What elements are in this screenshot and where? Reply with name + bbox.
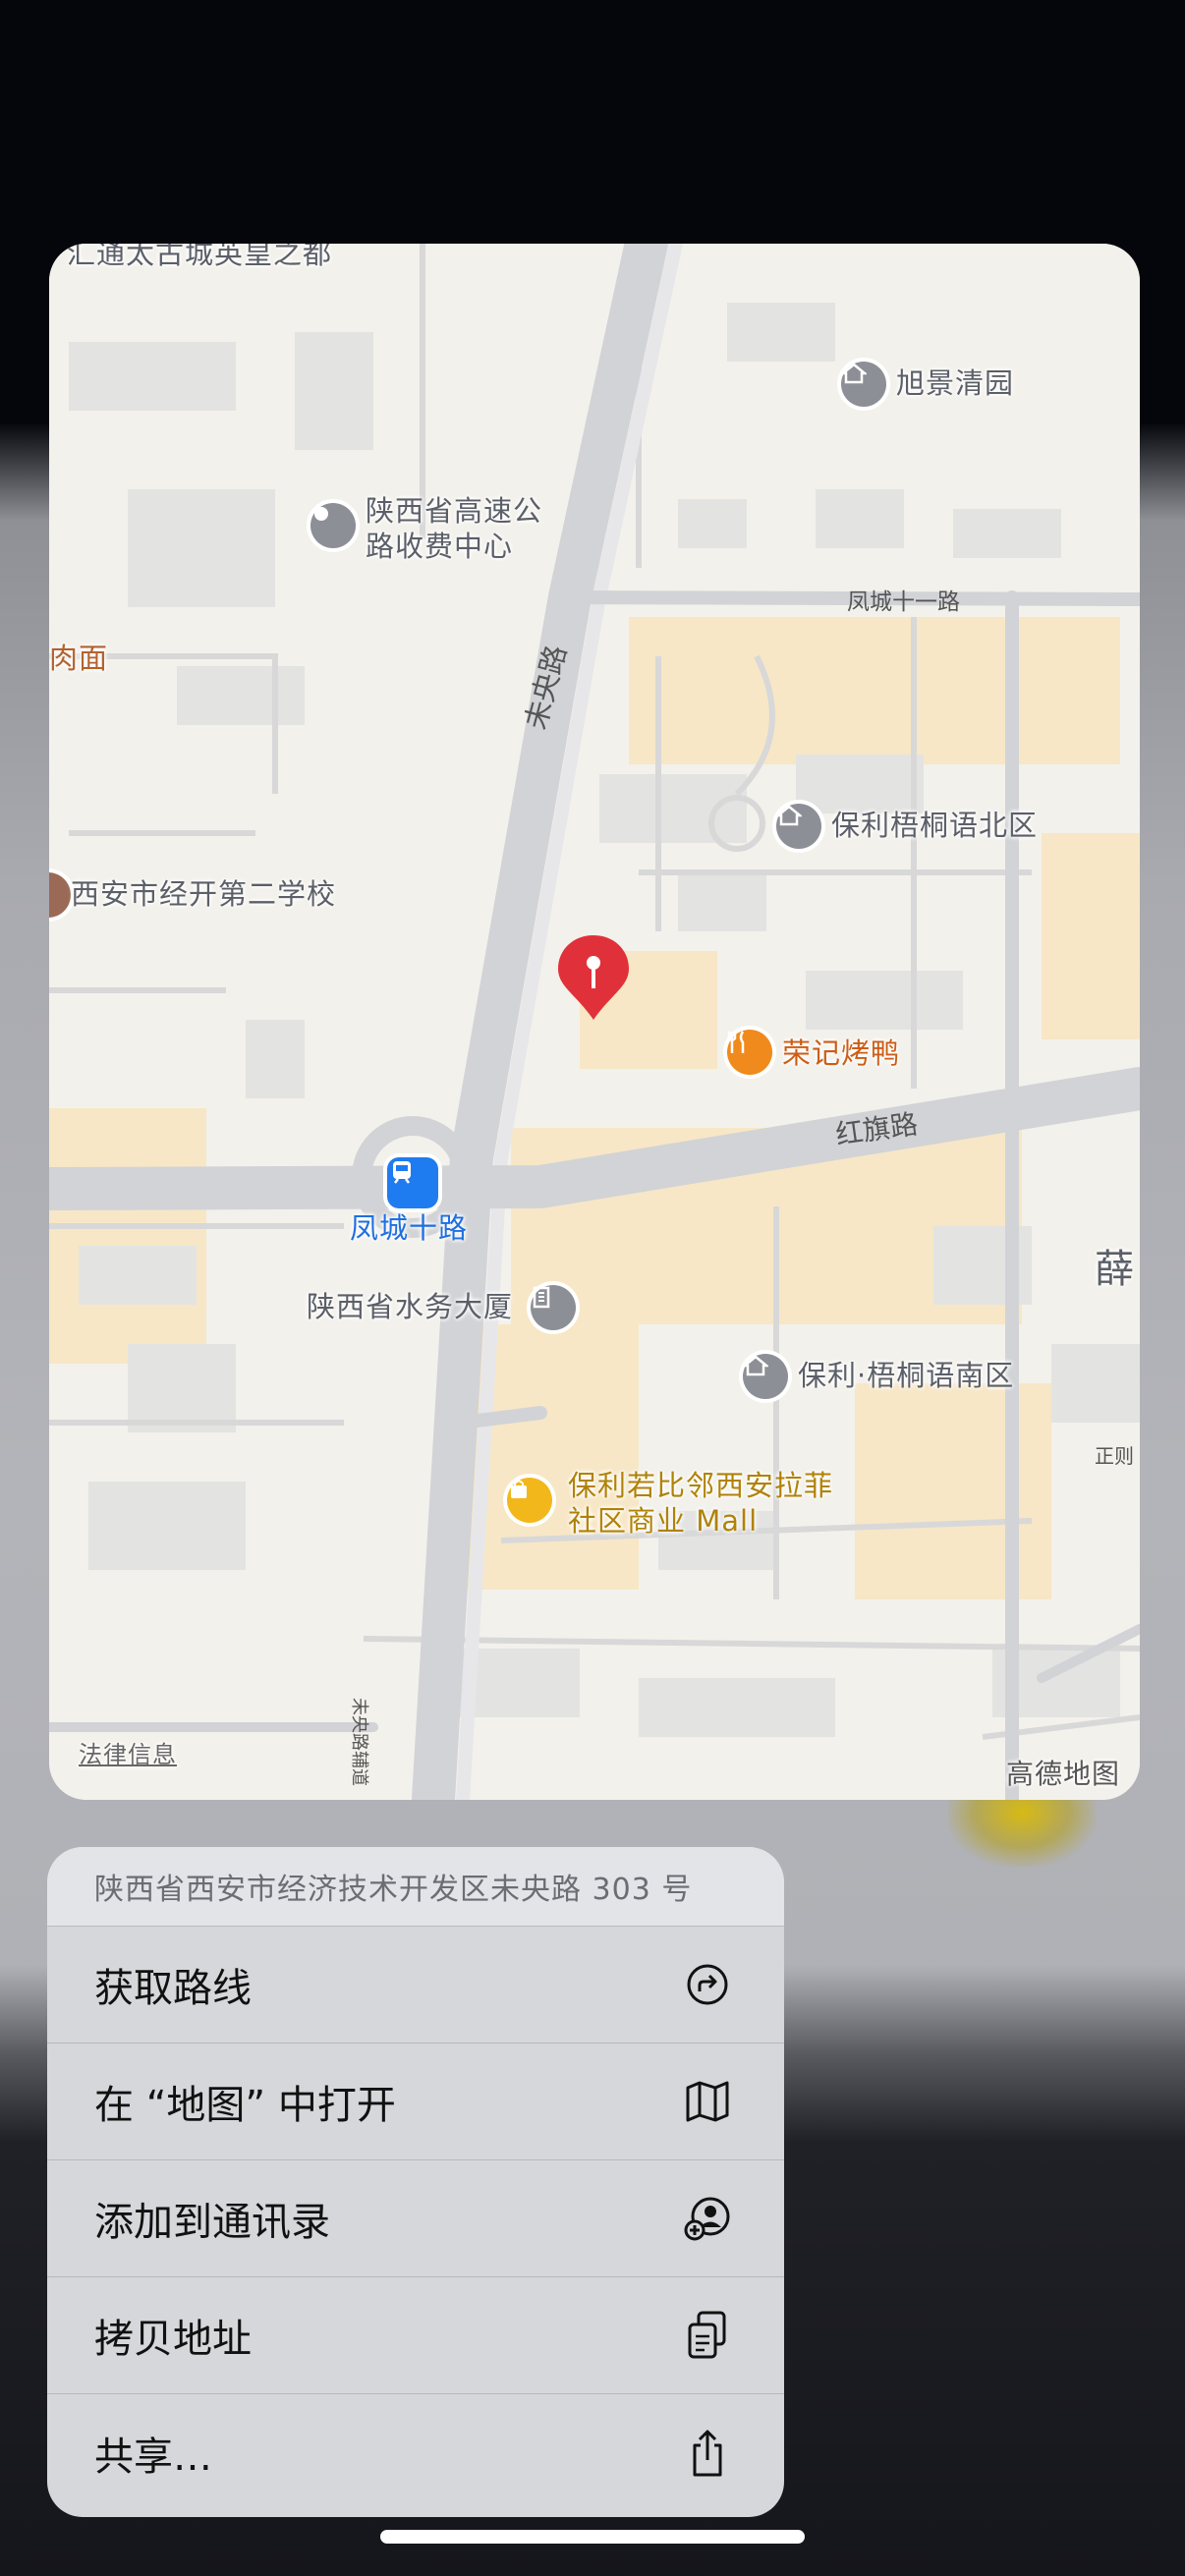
poi-label-poly-north[interactable]: 保利梧桐语北区 (831, 808, 1038, 843)
legal-info-link[interactable]: 法律信息 (79, 1737, 177, 1772)
shopping-bag-icon (507, 1478, 552, 1523)
share-icon (682, 2428, 733, 2479)
copy-icon (682, 2310, 733, 2361)
restaurant-icon (727, 1030, 772, 1075)
residential-icon (776, 804, 821, 849)
menu-item-label: 获取路线 (94, 1966, 252, 2011)
menu-address: 陕西省西安市经济技术开发区未央路 303 号 (47, 1847, 784, 1927)
poi-label-roumian[interactable]: 肉面 (49, 641, 108, 676)
poi-label-rongji[interactable]: 荣记烤鸭 (782, 1036, 900, 1071)
location-pin-icon[interactable] (554, 931, 633, 1030)
road-label-zhengji: 正则 (1095, 1444, 1134, 1468)
directions-icon (682, 1959, 733, 2010)
poi-label-station[interactable]: 凤城十路 (350, 1210, 468, 1246)
menu-item-open-in-maps[interactable]: 在 “地图” 中打开 (47, 2044, 784, 2160)
residential-icon (743, 1354, 788, 1399)
menu-item-label: 共享… (94, 2434, 212, 2480)
landmark-icon (310, 503, 356, 548)
poi-label-xue: 薛 (1095, 1247, 1135, 1292)
menu-item-share[interactable]: 共享… (47, 2394, 784, 2511)
road-label-weiyang-aux: 未央路辅道 (349, 1698, 369, 1786)
poi-label-school[interactable]: 西安市经开第二学校 (71, 876, 336, 912)
context-menu: 陕西省西安市经济技术开发区未央路 303 号 获取路线 在 “地图” 中打开 添… (47, 1847, 784, 2517)
map-icon (682, 2076, 733, 2127)
menu-item-copy-address[interactable]: 拷贝地址 (47, 2277, 784, 2394)
add-contact-icon (682, 2193, 733, 2244)
road-label-fengcheng11: 凤城十一路 (847, 589, 960, 615)
menu-item-add-contact[interactable]: 添加到通讯录 (47, 2160, 784, 2277)
poi-label-huitong: 汇通太古城英皇之都 (67, 244, 333, 270)
office-building-icon (531, 1285, 576, 1330)
menu-item-label: 在 “地图” 中打开 (94, 2083, 396, 2128)
poi-label-toll-center-2[interactable]: 路收费中心 (366, 529, 513, 564)
poi-label-mall-2[interactable]: 社区商业 Mall (568, 1503, 758, 1539)
menu-item-directions[interactable]: 获取路线 (47, 1927, 784, 2044)
home-indicator[interactable] (380, 2530, 805, 2544)
menu-item-label: 添加到通讯录 (94, 2200, 330, 2245)
residential-icon (841, 362, 886, 407)
poi-label-xujing[interactable]: 旭景清园 (896, 365, 1014, 401)
map-attribution: 高德地图 (1006, 1758, 1121, 1790)
poi-label-water-building[interactable]: 陕西省水务大厦 (307, 1289, 513, 1324)
menu-item-label: 拷贝地址 (94, 2317, 252, 2362)
poi-label-toll-center-1[interactable]: 陕西省高速公 (366, 493, 542, 529)
poi-label-poly-south[interactable]: 保利·梧桐语南区 (798, 1358, 1014, 1393)
metro-station-icon (387, 1157, 438, 1208)
poi-label-mall-1[interactable]: 保利若比邻西安拉菲 (568, 1468, 833, 1503)
map-preview[interactable]: 未央路 凤城十一路 红旗路 正则 未央路辅道 汇通太古城英皇之都 旭景清园 陕西… (49, 244, 1140, 1800)
